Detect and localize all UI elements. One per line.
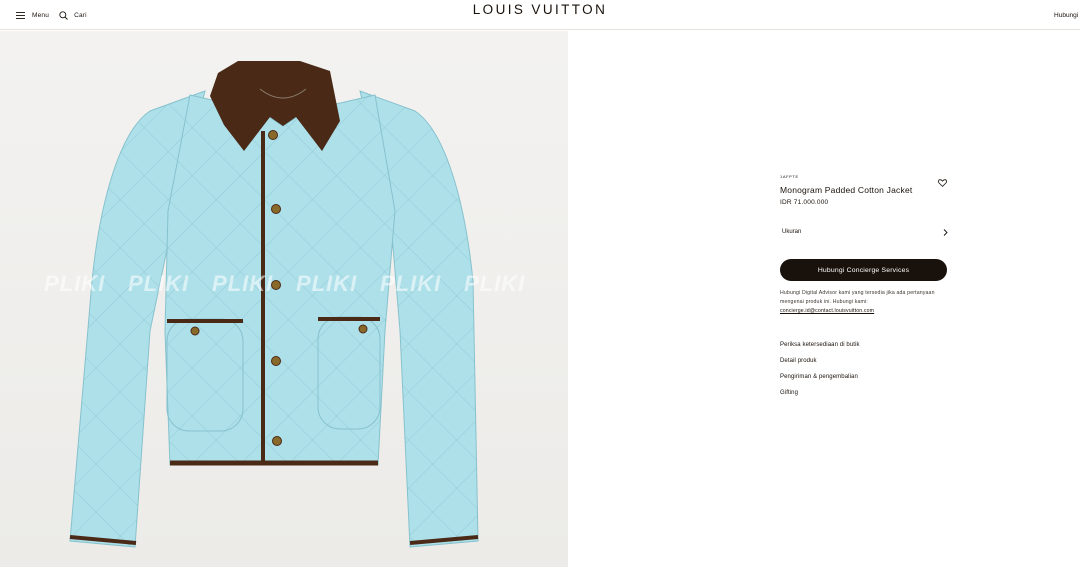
product-title: Monogram Padded Cotton Jacket: [780, 185, 913, 195]
product-sku: 1AFPTE: [780, 174, 799, 179]
wishlist-button[interactable]: [937, 174, 948, 192]
check-store-availability-link[interactable]: Periksa ketersediaan di butik: [780, 340, 948, 356]
jacket-illustration: [69, 61, 479, 548]
size-selector[interactable]: Ukuran: [780, 226, 948, 238]
size-label: Ukuran: [782, 229, 802, 235]
product-details-link[interactable]: Detail produk: [780, 356, 948, 372]
contact-concierge-button[interactable]: Hubungi Concierge Services: [780, 259, 947, 281]
heart-icon: [937, 174, 948, 191]
brand-logo[interactable]: LOUIS VUITTON: [0, 2, 1080, 18]
watermark-text: PLIKI: [44, 271, 106, 296]
product-price: IDR 71.000.000: [780, 199, 829, 206]
product-info-panel: 1AFPTE Monogram Padded Cotton Jacket IDR…: [780, 174, 948, 396]
site-header: Menu Cari LOUIS VUITTON Hubungi Ka: [0, 0, 1080, 30]
product-image[interactable]: PLIKI PLIKI PLIKI PLIKI PLIKI PLIKI: [0, 31, 568, 567]
watermark-text: PLIKI: [380, 271, 442, 296]
shipping-returns-link[interactable]: Pengiriman & pengembalian: [780, 372, 948, 388]
advisor-note: Hubungi Digital Advisor kami yang tersed…: [780, 289, 948, 316]
advisor-text: Hubungi Digital Advisor kami yang tersed…: [780, 290, 935, 305]
contact-link[interactable]: Hubungi Ka: [1054, 5, 1080, 25]
watermark-text: PLIKI: [212, 271, 274, 296]
watermark-text: PLIKI: [128, 271, 190, 296]
watermark-text: PLIKI: [296, 271, 358, 296]
gifting-link[interactable]: Gifting: [780, 388, 948, 404]
product-links: Periksa ketersediaan di butik Detail pro…: [780, 340, 948, 404]
concierge-email-link[interactable]: concierge.id@contact.louisvuitton.com: [780, 308, 874, 314]
chevron-right-icon: [943, 223, 948, 241]
watermark-text: PLIKI: [464, 271, 526, 296]
